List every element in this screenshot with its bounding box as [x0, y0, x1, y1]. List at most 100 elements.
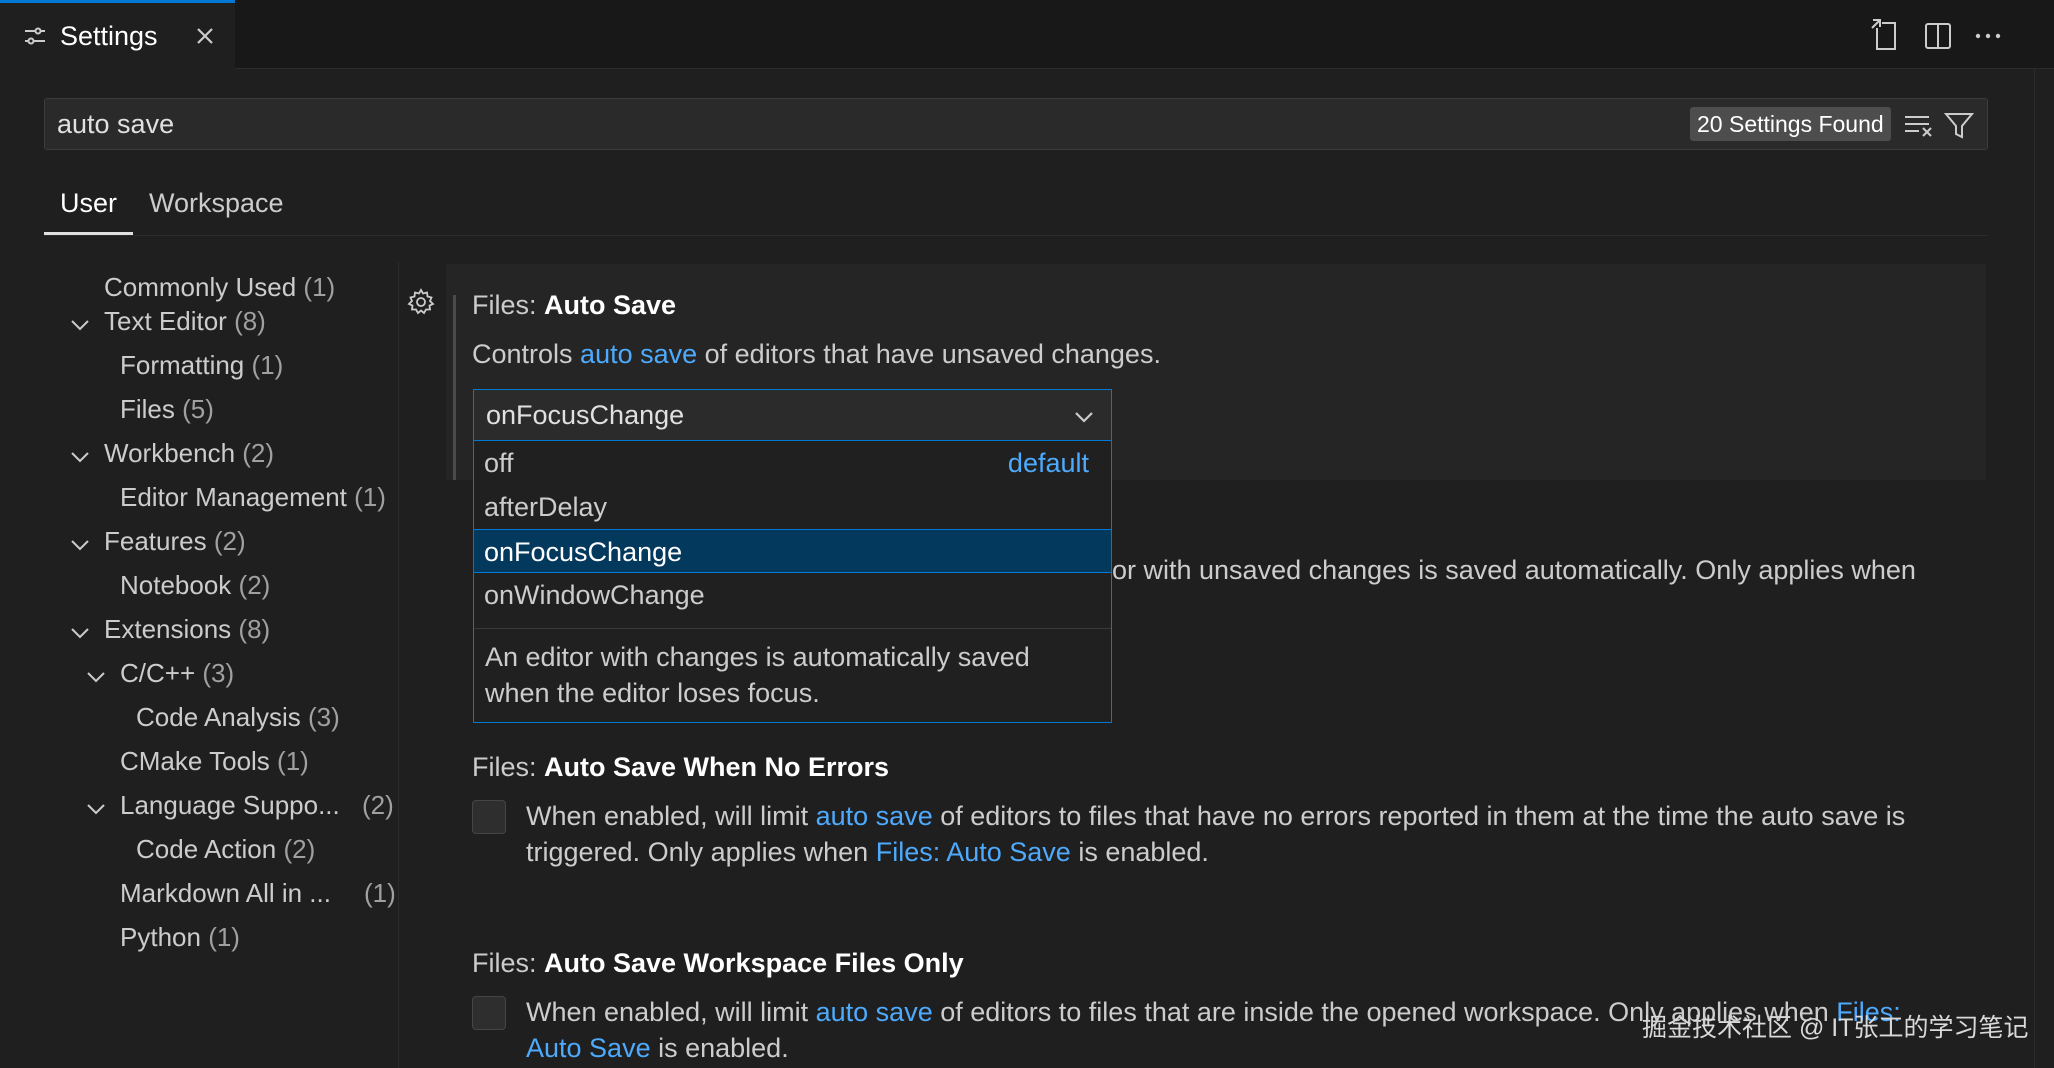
setting-category: Files: — [472, 752, 545, 782]
select-value: onFocusChange — [486, 400, 685, 430]
editor-tab-bar: Settings — [0, 0, 2054, 70]
desc-text: triggered. Only applies when — [526, 837, 876, 867]
option-after-delay[interactable]: afterDelay — [474, 485, 1111, 529]
option-label: onWindowChange — [484, 580, 705, 610]
settings-sliders-icon — [25, 27, 45, 45]
toc-item-count: (3) — [202, 658, 235, 688]
toc-item-label: Code Action — [136, 834, 277, 864]
setting-category: Files: — [472, 948, 545, 978]
search-input[interactable] — [57, 109, 1557, 140]
split-editor-icon[interactable] — [1920, 18, 1956, 54]
modified-indicator — [453, 295, 456, 480]
setting-description-line2: triggered. Only applies when Files: Auto… — [526, 834, 1209, 870]
toc-item-count: (8) — [234, 306, 266, 336]
setting-title-auto-save-workspace-only: Files: Auto Save Workspace Files Only — [472, 948, 964, 979]
desc-text: of editors that have unsaved changes. — [697, 339, 1161, 369]
toc-item-count: (1) — [303, 272, 336, 302]
close-icon[interactable] — [192, 23, 218, 49]
toc-item-count: (2) — [283, 834, 316, 864]
toc-item-count: (2) — [242, 438, 275, 468]
tab-user[interactable]: User — [60, 188, 117, 219]
toc-item-label: Code Analysis — [136, 702, 301, 732]
toc-item-text-editor[interactable]: Text Editor (8) — [104, 306, 266, 346]
toc-item-files[interactable]: Files (5) — [120, 394, 214, 434]
open-settings-json-icon[interactable] — [1868, 18, 1904, 54]
setting-title-auto-save-no-errors: Files: Auto Save When No Errors — [472, 752, 889, 783]
watermark: 掘金技术社区 @ IT张工的学习笔记 — [1642, 1014, 2029, 1042]
more-actions-icon[interactable] — [1970, 18, 2006, 54]
hidden-setting-description: or with unsaved changes is saved automat… — [1112, 555, 1916, 585]
setting-name: Auto Save When No Errors — [544, 752, 890, 782]
toc-item-label: Workbench — [104, 438, 236, 468]
toc-item-label: Python — [120, 922, 201, 952]
gear-icon[interactable] — [407, 288, 435, 316]
desc-text: When enabled, will limit — [526, 801, 816, 831]
toc-item-cmake-tools[interactable]: CMake Tools (1) — [120, 746, 309, 786]
toc-item-count: (2) — [238, 570, 271, 600]
toc-item-language-support[interactable]: Language Suppo... — [120, 790, 340, 830]
setting-description: Controls auto save of editors that have … — [472, 336, 1161, 372]
toc-item-count: (3) — [308, 702, 340, 732]
chevron-down-icon[interactable] — [69, 314, 91, 336]
toc-item-features[interactable]: Features (2) — [104, 526, 246, 566]
setting-description-line2: Auto Save is enabled. — [526, 1030, 789, 1066]
filter-icon[interactable] — [1943, 109, 1975, 141]
toc-item-label: Editor Management — [120, 482, 347, 512]
auto-save-workspace-only-checkbox[interactable] — [472, 996, 506, 1030]
option-label: off — [484, 448, 514, 478]
auto-save-no-errors-checkbox[interactable] — [472, 800, 506, 834]
chevron-down-icon[interactable] — [85, 666, 107, 688]
toc-item-label: Notebook — [120, 570, 232, 600]
chevron-down-icon[interactable] — [69, 622, 91, 644]
toc-item-label: Formatting — [120, 350, 245, 380]
chevron-down-icon — [1075, 412, 1093, 423]
desc-text: is enabled. — [650, 1033, 789, 1063]
toc-item-label: Text Editor — [104, 306, 227, 336]
toc-item-label: Language Suppo... — [120, 790, 340, 820]
default-badge: default — [1007, 448, 1089, 478]
toc-item-editor-management[interactable]: Editor Management (1) — [120, 482, 386, 522]
toc-item-count: (8) — [238, 614, 271, 644]
toc-item-count: (1) — [251, 350, 284, 380]
clear-filter-icon[interactable] — [1902, 109, 1936, 141]
tab-title: Settings — [60, 21, 158, 51]
toc-item-markdown-all-in-one[interactable]: Markdown All in ... — [120, 878, 331, 918]
option-description: An editor with changes is automatically … — [485, 642, 1030, 708]
toc-item-formatting[interactable]: Formatting (1) — [120, 350, 283, 390]
setting-title-auto-save: Files: Auto Save — [472, 290, 676, 321]
toc-item-label: Commonly Used — [104, 272, 297, 302]
scope-tabs: User Workspace — [44, 180, 1988, 236]
tab-settings[interactable]: Settings — [0, 0, 235, 70]
auto-save-link[interactable]: auto save — [816, 997, 933, 1027]
tab-workspace[interactable]: Workspace — [149, 188, 284, 219]
toc-item-extensions[interactable]: Extensions (8) — [104, 614, 270, 654]
toc-item-label: Extensions — [104, 614, 232, 644]
toc-item-code-analysis[interactable]: Code Analysis (3) — [136, 702, 340, 742]
setting-category: Files: — [472, 290, 545, 320]
auto-save-dropdown: off default afterDelay onFocusChange onW… — [473, 441, 1112, 723]
toc-item-count: (2) — [362, 790, 394, 820]
desc-text: When enabled, will limit — [526, 997, 816, 1027]
settings-found-badge: 20 Settings Found — [1690, 107, 1891, 141]
option-on-focus-change[interactable]: onFocusChange — [474, 529, 1111, 573]
auto-save-link[interactable]: auto save — [816, 801, 933, 831]
files-auto-save-link[interactable]: Files: Auto Save — [876, 837, 1071, 867]
setting-description: When enabled, will limit auto save of ed… — [526, 798, 1905, 834]
toc-item-code-action[interactable]: Code Action (2) — [136, 834, 315, 874]
setting-name: Auto Save Workspace Files Only — [544, 948, 964, 978]
option-off[interactable]: off default — [474, 441, 1111, 485]
auto-save-link[interactable]: auto save — [580, 339, 697, 369]
toc-item-label: C/C++ — [120, 658, 196, 688]
vertical-scrollbar[interactable] — [2034, 69, 2054, 1068]
toc-item-cpp[interactable]: C/C++ (3) — [120, 658, 234, 698]
toc-item-workbench[interactable]: Workbench (2) — [104, 438, 274, 478]
toc-item-notebook[interactable]: Notebook (2) — [120, 570, 270, 610]
chevron-down-icon[interactable] — [69, 534, 91, 556]
chevron-down-icon[interactable] — [69, 446, 91, 468]
toc-item-python[interactable]: Python (1) — [120, 922, 240, 962]
option-on-window-change[interactable]: onWindowChange — [474, 573, 1111, 617]
auto-save-setting-link[interactable]: Auto Save — [526, 1033, 651, 1063]
toc-item-label: CMake Tools — [120, 746, 270, 776]
auto-save-select[interactable]: onFocusChange — [473, 389, 1112, 441]
chevron-down-icon[interactable] — [85, 798, 107, 820]
